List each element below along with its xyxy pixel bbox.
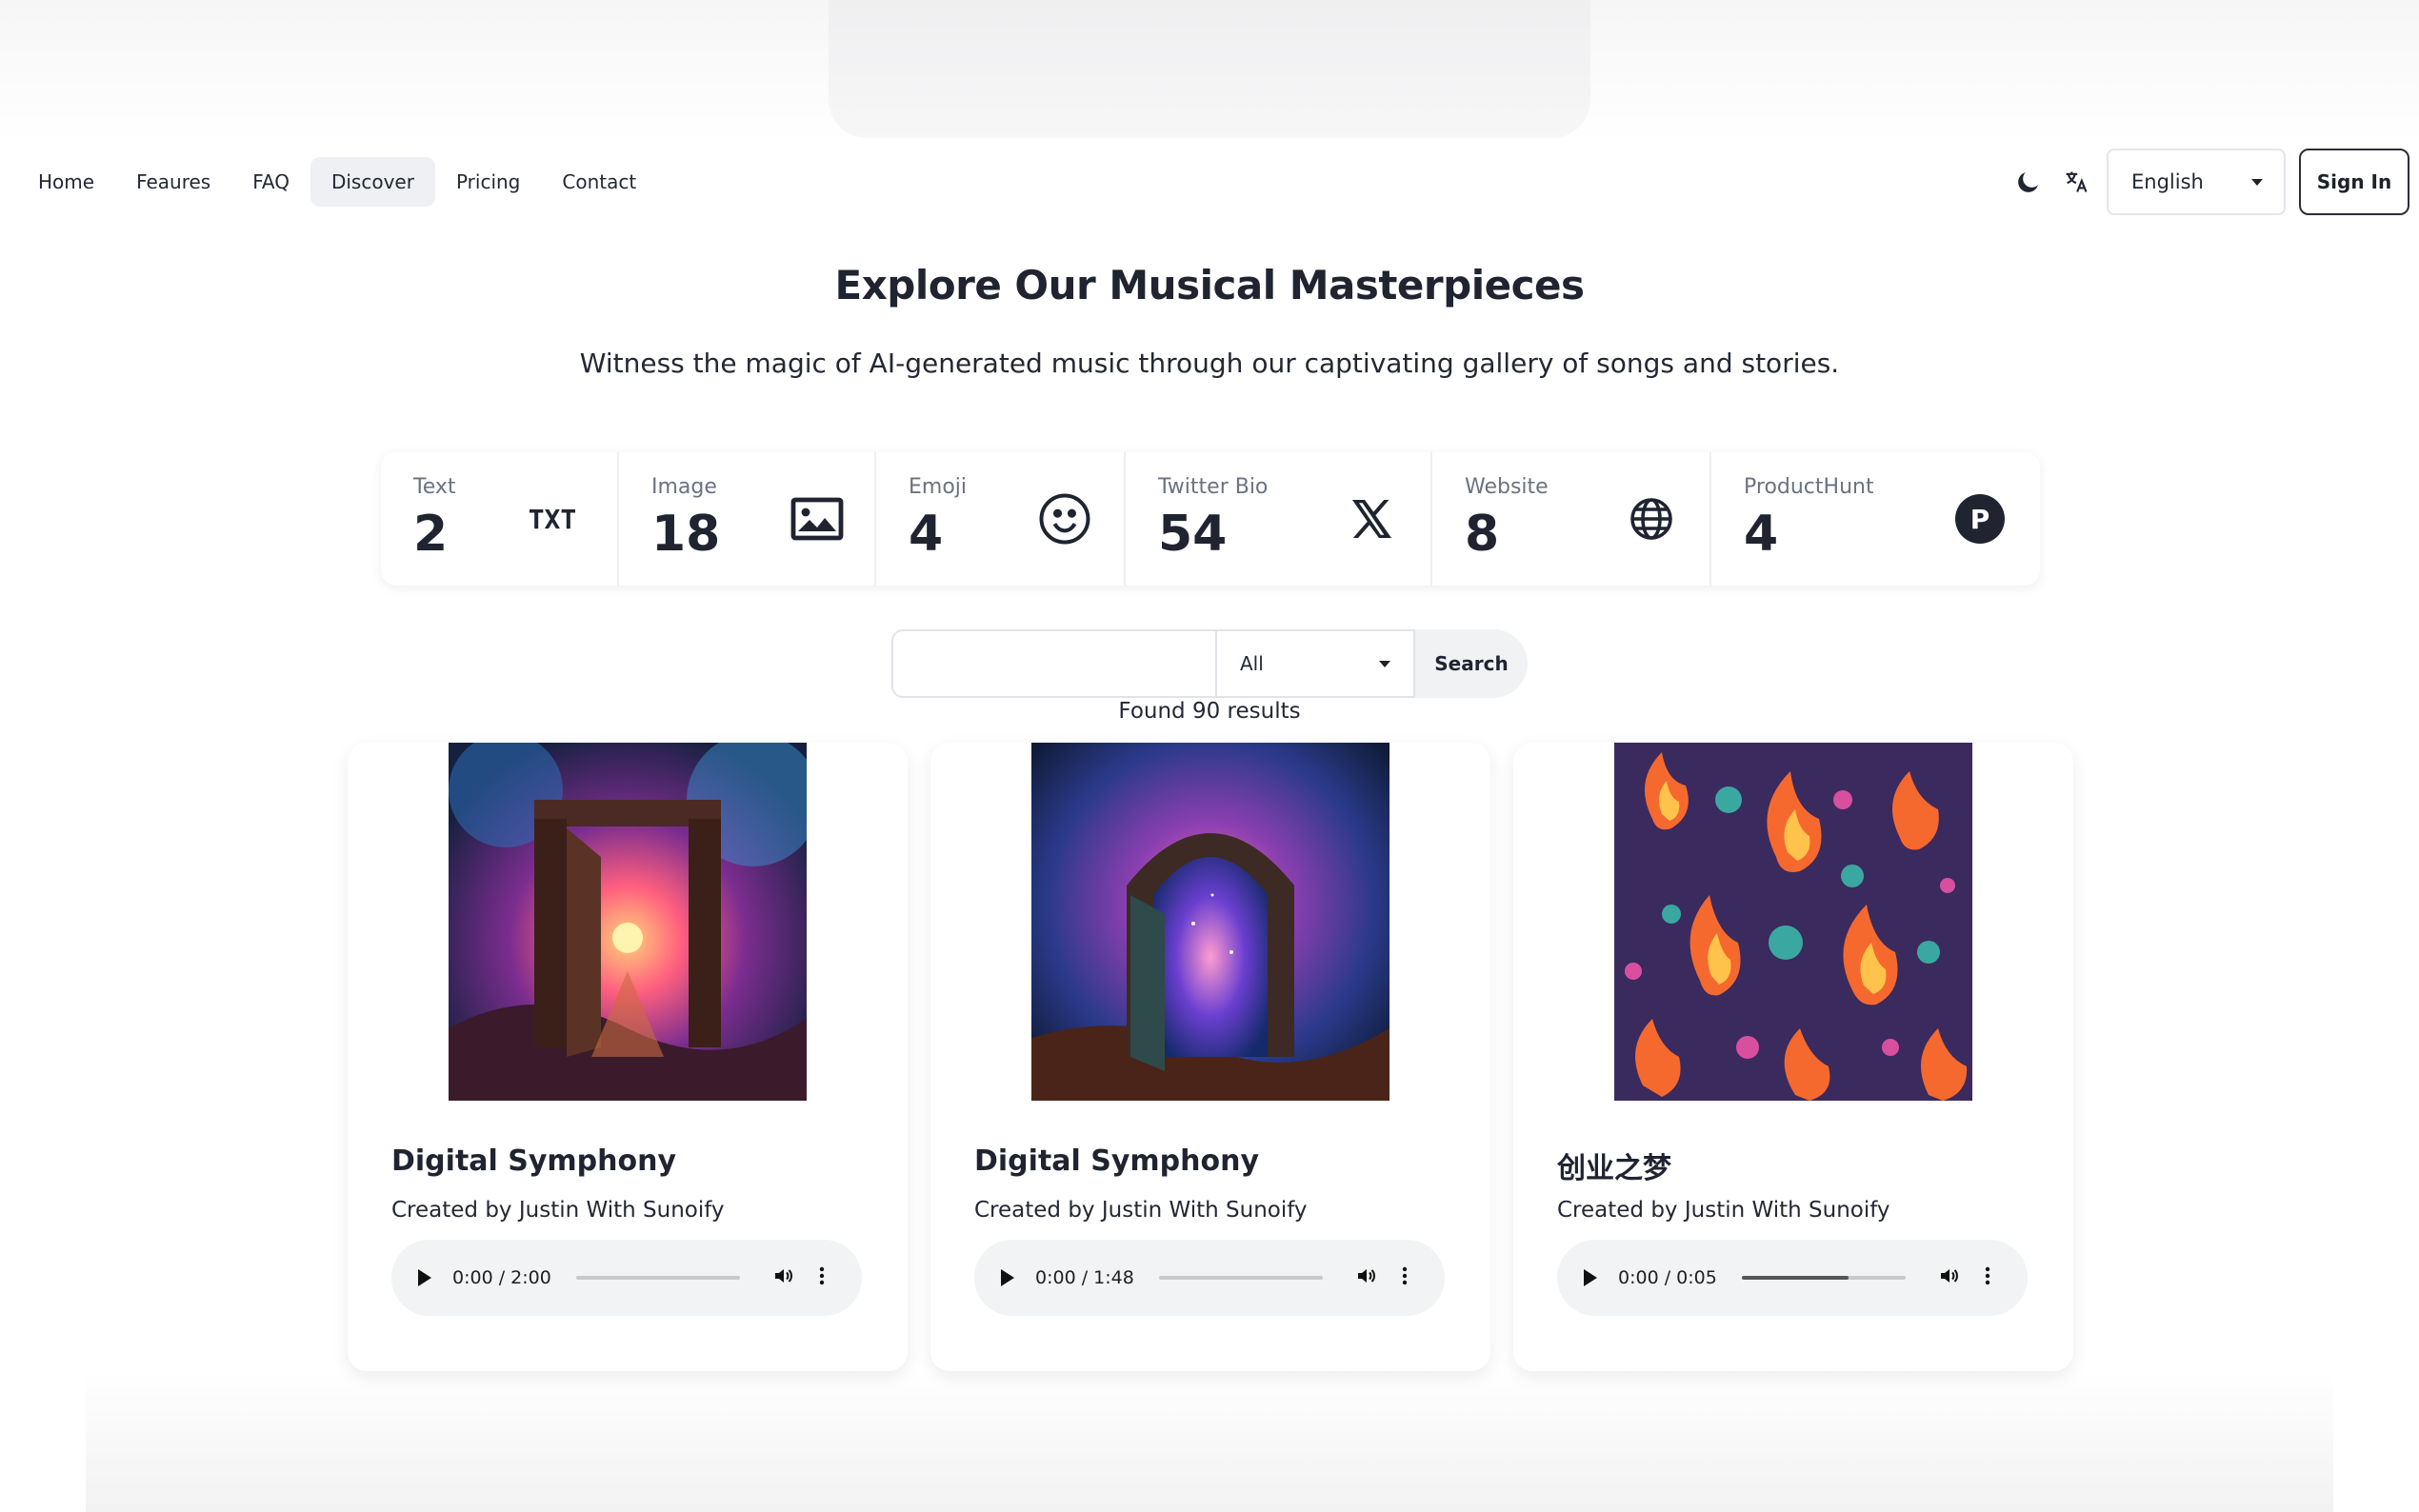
globe-icon [1623, 490, 1680, 547]
stat-emoji[interactable]: Emoji 4 [876, 452, 1126, 586]
song-card: 创业之梦 Created by Justin With Sunoify 0:00… [1513, 743, 2073, 1371]
stat-text[interactable]: Text 2 TXT [381, 452, 619, 586]
audio-player: 0:00 / 0:05 [1557, 1240, 2028, 1316]
search-filter-select[interactable]: All [1215, 629, 1415, 698]
image-icon [789, 490, 846, 547]
play-icon[interactable] [1001, 1269, 1014, 1286]
audio-progress-slider[interactable] [1742, 1276, 1906, 1280]
audio-time: 0:00 / 0:05 [1618, 1267, 1717, 1288]
search-button[interactable]: Search [1415, 629, 1528, 698]
stat-image[interactable]: Image 18 [619, 452, 876, 586]
stat-website[interactable]: Website 8 [1432, 452, 1711, 586]
txt-icon: TXT [524, 490, 581, 547]
language-select[interactable]: English [2107, 149, 2286, 215]
audio-progress-slider[interactable] [1159, 1276, 1323, 1280]
producthunt-icon: P [1951, 490, 2009, 547]
chevron-down-icon [2251, 178, 2263, 186]
nav-features[interactable]: Feaures [115, 157, 231, 207]
more-options-icon[interactable] [1401, 1264, 1409, 1291]
song-title: 创业之梦 [1557, 1152, 1671, 1185]
search-bar: All Search [891, 629, 1528, 698]
volume-icon[interactable] [1938, 1264, 1961, 1291]
nav-faq[interactable]: FAQ [231, 157, 310, 207]
translate-icon[interactable] [2059, 165, 2093, 199]
dark-mode-moon-icon[interactable] [2011, 165, 2046, 199]
txt-icon-label: TXT [528, 503, 577, 535]
stat-value: 8 [1465, 506, 1500, 563]
song-cover-image[interactable] [1031, 743, 1389, 1101]
song-creator: Created by Justin With Sunoify [974, 1198, 1308, 1223]
nav-home[interactable]: Home [17, 157, 115, 207]
play-icon[interactable] [418, 1269, 431, 1286]
nav-links: Home Feaures FAQ Discover Pricing Contac… [17, 157, 657, 207]
background-bottom [86, 1371, 2333, 1512]
song-card: Digital Symphony Created by Justin With … [348, 743, 908, 1371]
nav-actions: English Sign In [2011, 148, 2409, 216]
audio-progress-slider[interactable] [576, 1276, 740, 1280]
stat-label: Image [651, 475, 717, 499]
song-title: Digital Symphony [974, 1144, 1260, 1178]
stat-value: 4 [1744, 506, 1779, 563]
results-count: Found 90 results [1118, 699, 1301, 724]
song-creator: Created by Justin With Sunoify [1557, 1198, 1890, 1223]
song-cover-image[interactable] [1614, 743, 1972, 1101]
search-filter-value: All [1240, 652, 1264, 675]
page-subtitle: Witness the magic of AI-generated music … [579, 348, 1840, 379]
stat-value: 4 [909, 506, 944, 563]
audio-time: 0:00 / 2:00 [452, 1267, 551, 1288]
stat-label: Website [1465, 475, 1549, 499]
language-select-value: English [2131, 170, 2204, 193]
background-top-shape [829, 0, 1590, 138]
search-input[interactable] [891, 629, 1215, 698]
nav-contact[interactable]: Contact [541, 157, 657, 207]
stats-bar: Text 2 TXT Image 18 Emoji 4 Twitter Bio … [381, 452, 2040, 586]
nav-pricing[interactable]: Pricing [435, 157, 541, 207]
stat-label: Twitter Bio [1158, 475, 1269, 499]
producthunt-letter: P [1955, 494, 2005, 544]
song-card: Digital Symphony Created by Justin With … [930, 743, 1490, 1371]
audio-player: 0:00 / 1:48 [974, 1240, 1445, 1316]
more-options-icon[interactable] [1984, 1264, 1991, 1291]
chevron-down-icon [1379, 660, 1390, 667]
song-creator: Created by Justin With Sunoify [391, 1198, 725, 1223]
nav-discover[interactable]: Discover [310, 157, 435, 207]
volume-icon[interactable] [772, 1264, 795, 1291]
stat-producthunt[interactable]: ProductHunt 4 P [1711, 452, 2040, 586]
stat-value: 2 [413, 506, 449, 563]
smiley-icon [1036, 490, 1093, 547]
stat-value: 54 [1158, 506, 1228, 563]
x-logo-icon [1343, 490, 1400, 547]
stat-label: Emoji [909, 475, 968, 499]
play-icon[interactable] [1584, 1269, 1597, 1286]
song-cover-image[interactable] [449, 743, 807, 1101]
stat-label: ProductHunt [1744, 475, 1874, 499]
stat-value: 18 [651, 506, 721, 563]
song-title: Digital Symphony [391, 1144, 677, 1178]
sign-in-button[interactable]: Sign In [2299, 149, 2409, 215]
more-options-icon[interactable] [818, 1264, 826, 1291]
audio-player: 0:00 / 2:00 [391, 1240, 862, 1316]
stat-twitter-bio[interactable]: Twitter Bio 54 [1126, 452, 1432, 586]
page-title: Explore Our Musical Masterpieces [834, 262, 1585, 308]
volume-icon[interactable] [1355, 1264, 1378, 1291]
audio-progress-fill [1742, 1276, 1849, 1280]
top-nav: Home Feaures FAQ Discover Pricing Contac… [0, 148, 2419, 216]
audio-time: 0:00 / 1:48 [1035, 1267, 1134, 1288]
stat-label: Text [413, 475, 456, 499]
